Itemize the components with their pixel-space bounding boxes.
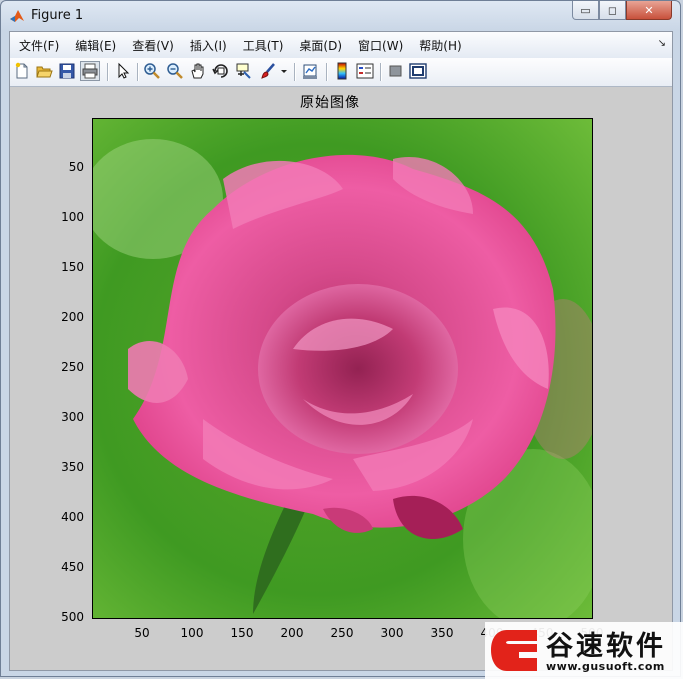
x-tick-label: 100 [180, 626, 204, 640]
show-plot-tools-icon[interactable] [409, 62, 427, 80]
minimize-icon: ▭ [580, 3, 591, 17]
image-axes[interactable] [92, 118, 593, 619]
legend-icon[interactable] [356, 62, 374, 80]
menu-tools[interactable]: 工具(T) [235, 37, 292, 54]
zoom-out-icon[interactable] [166, 62, 184, 80]
open-folder-icon[interactable] [35, 62, 53, 80]
maximize-icon: ◻ [607, 3, 618, 17]
pan-hand-icon[interactable] [189, 62, 207, 80]
close-button[interactable]: ✕ [626, 1, 672, 20]
window-title: Figure 1 [31, 8, 84, 23]
hide-plot-tools-icon[interactable] [387, 62, 405, 80]
menu-edit[interactable]: 编辑(E) [67, 37, 124, 54]
minimize-button[interactable]: ▭ [572, 1, 599, 20]
y-tick-label: 450 [61, 560, 84, 574]
menu-file[interactable]: 文件(F) [10, 37, 67, 54]
y-tick-label: 400 [61, 510, 84, 524]
y-tick-label: 300 [61, 410, 84, 424]
data-cursor-icon[interactable] [235, 62, 253, 80]
title-bar[interactable]: Figure 1 ▭ ◻ ✕ [1, 1, 680, 31]
colorbar-icon[interactable] [333, 62, 351, 80]
figure-toolbar [10, 58, 672, 87]
x-tick-label: 200 [280, 626, 304, 640]
y-tick-label: 150 [61, 260, 84, 274]
zoom-in-icon[interactable] [143, 62, 161, 80]
figure-client-area: 文件(F) 编辑(E) 查看(V) 插入(I) 工具(T) 桌面(D) 窗口(W… [9, 31, 673, 671]
y-tick-label: 100 [61, 210, 84, 224]
menu-insert[interactable]: 插入(I) [182, 37, 235, 54]
menu-desktop[interactable]: 桌面(D) [291, 37, 350, 54]
x-tick-label: 50 [134, 626, 150, 640]
menu-help[interactable]: 帮助(H) [411, 37, 469, 54]
pointer-icon[interactable] [114, 62, 132, 80]
y-tick-label: 500 [61, 610, 84, 624]
menu-bar: 文件(F) 编辑(E) 查看(V) 插入(I) 工具(T) 桌面(D) 窗口(W… [10, 32, 672, 59]
x-tick-label: 250 [330, 626, 354, 640]
matlab-logo-icon [9, 8, 25, 24]
x-tick-label: 300 [380, 626, 404, 640]
menu-view[interactable]: 查看(V) [124, 37, 182, 54]
figure-window: Figure 1 ▭ ◻ ✕ 文件(F) 编辑(E) 查看(V) 插入(I) 工… [0, 0, 681, 677]
y-tick-label: 50 [68, 160, 84, 174]
y-tick-label: 200 [61, 310, 84, 324]
watermark-brand-text: 谷速软件 [546, 631, 666, 662]
maximize-button[interactable]: ◻ [599, 1, 626, 20]
brush-dropdown-icon[interactable] [279, 62, 289, 80]
new-figure-icon[interactable] [13, 62, 31, 80]
peony-image [93, 119, 592, 618]
close-icon: ✕ [644, 3, 654, 17]
x-tick-label: 350 [430, 626, 454, 640]
watermark-url: www.gusuoft.com [546, 660, 665, 673]
link-plot-icon[interactable] [301, 62, 319, 80]
print-icon[interactable] [80, 61, 100, 81]
plot-title: 原始图像 [300, 95, 360, 111]
y-tick-label: 250 [61, 360, 84, 374]
menu-window[interactable]: 窗口(W) [350, 37, 411, 54]
y-tick-label: 350 [61, 460, 84, 474]
save-icon[interactable] [58, 62, 76, 80]
dock-figure-icon[interactable]: ↘ [658, 38, 666, 49]
brush-icon[interactable] [259, 62, 277, 80]
rotate-3d-icon[interactable] [212, 62, 230, 80]
x-tick-label: 150 [230, 626, 254, 640]
